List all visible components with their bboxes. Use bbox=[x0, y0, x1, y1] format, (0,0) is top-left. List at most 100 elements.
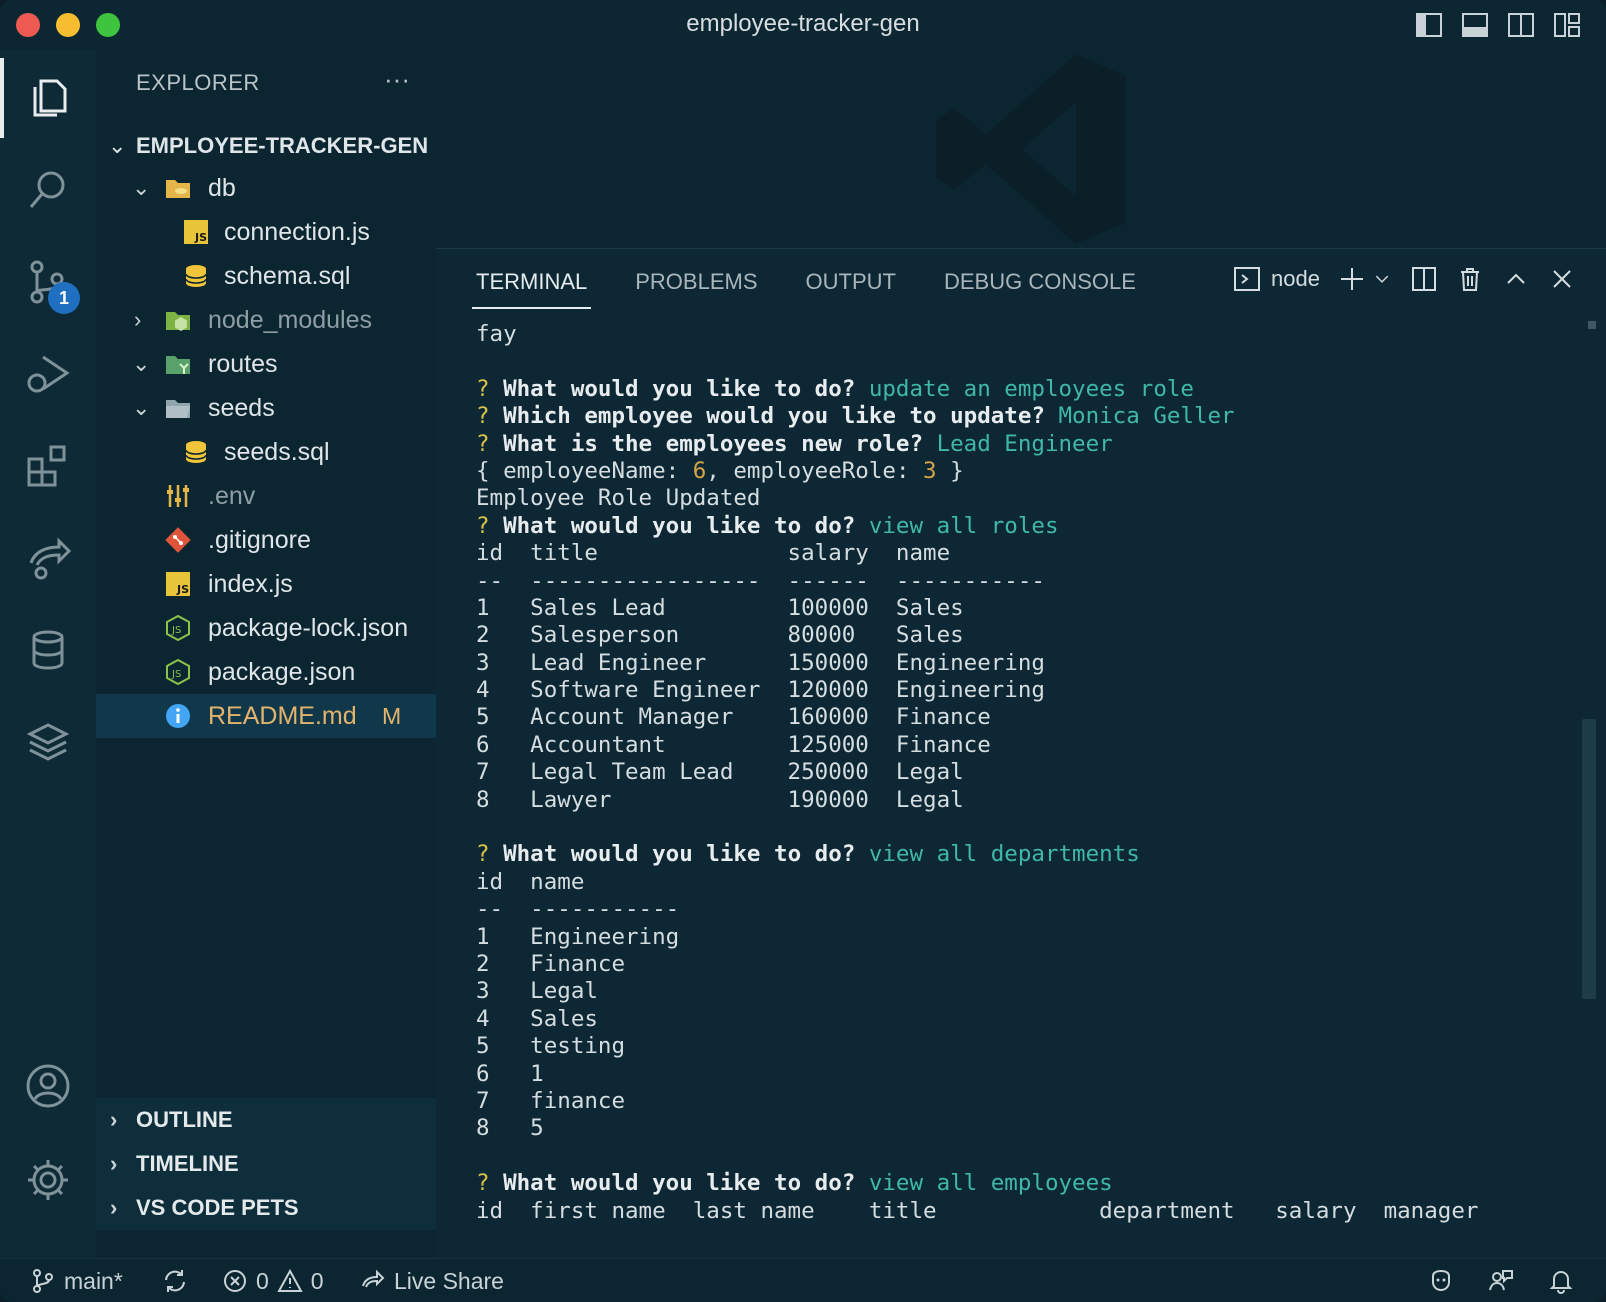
project-root-folder[interactable]: ⌄ EMPLOYEE-TRACKER-GEN bbox=[96, 126, 436, 166]
section-label: OUTLINE bbox=[136, 1107, 233, 1132]
terminal-prompt-line: ? What would you like to do? view all de… bbox=[476, 841, 1140, 868]
terminal-selector[interactable]: node bbox=[1233, 265, 1320, 293]
tree-file-seeds-sql[interactable]: seeds.sql bbox=[96, 430, 436, 474]
chevron-right-icon: › bbox=[134, 307, 142, 332]
database-activity-button[interactable] bbox=[0, 610, 96, 690]
tree-file-gitignore[interactable]: .gitignore bbox=[96, 518, 436, 562]
problems-status[interactable]: 0 0 bbox=[222, 1259, 324, 1302]
routes-folder-icon bbox=[166, 356, 190, 374]
project-name: EMPLOYEE-TRACKER-GEN bbox=[136, 133, 429, 158]
live-share-activity-button[interactable] bbox=[0, 518, 96, 598]
explorer-more-actions-button[interactable]: ··· bbox=[384, 64, 410, 95]
tree-label: README.md bbox=[208, 702, 357, 730]
trash-icon[interactable] bbox=[1456, 265, 1484, 293]
git-branch-icon bbox=[33, 1269, 53, 1293]
customize-layout-icon[interactable] bbox=[1552, 10, 1582, 40]
copilot-icon bbox=[1432, 1269, 1450, 1292]
search-icon bbox=[29, 171, 65, 208]
toggle-panel-icon[interactable] bbox=[1460, 10, 1490, 40]
branch-status[interactable]: main* bbox=[30, 1259, 123, 1302]
timeline-section[interactable]: › TIMELINE bbox=[96, 1142, 436, 1186]
live-share-status[interactable]: Live Share bbox=[360, 1259, 504, 1302]
tree-folder-node-modules[interactable]: › node_modules bbox=[96, 298, 436, 342]
tree-file-package-json[interactable]: JS package.json bbox=[96, 650, 436, 694]
tab-output[interactable]: OUTPUT bbox=[806, 269, 896, 309]
terminal-output[interactable]: fay ? What would you like to do? update … bbox=[476, 321, 1556, 1225]
tab-debug-console[interactable]: DEBUG CONSOLE bbox=[944, 269, 1136, 309]
toggle-primary-sidebar-icon[interactable] bbox=[1414, 10, 1444, 40]
table-row: 7 finance bbox=[476, 1087, 626, 1114]
panel-actions: node bbox=[1233, 265, 1576, 293]
layers-activity-button[interactable] bbox=[0, 702, 96, 782]
folder-open-icon bbox=[166, 400, 190, 418]
tab-problems[interactable]: PROBLEMS bbox=[635, 269, 757, 309]
chevron-right-icon: › bbox=[110, 1107, 118, 1132]
feedback-status[interactable] bbox=[1488, 1259, 1514, 1302]
live-share-label: Live Share bbox=[394, 1268, 504, 1294]
section-label: TIMELINE bbox=[136, 1151, 239, 1176]
tree-folder-seeds[interactable]: ⌄ seeds bbox=[96, 386, 436, 430]
table-row: 3 Lead Engineer 150000 Engineering bbox=[476, 649, 1045, 676]
bell-icon bbox=[1549, 1271, 1573, 1294]
terminal-icon bbox=[1234, 267, 1261, 291]
split-terminal-icon[interactable] bbox=[1410, 265, 1438, 293]
terminal-prompt-line: ? What would you like to do? view all em… bbox=[476, 1170, 1113, 1197]
warning-icon bbox=[277, 1268, 303, 1292]
svg-text:JS: JS bbox=[171, 625, 181, 636]
folder-open-icon bbox=[166, 180, 190, 198]
database-icon bbox=[32, 630, 64, 670]
svg-text:JS: JS bbox=[176, 583, 189, 596]
warning-count: 0 bbox=[310, 1268, 324, 1294]
close-icon[interactable] bbox=[1548, 265, 1576, 293]
tree-file-connection-js[interactable]: JS connection.js bbox=[96, 210, 436, 254]
table-row: 2 Finance bbox=[476, 950, 626, 977]
explorer-activity-button[interactable] bbox=[0, 58, 96, 138]
tree-folder-routes[interactable]: ⌄ routes bbox=[96, 342, 436, 386]
tree-file-readme-md[interactable]: README.md M bbox=[96, 694, 436, 738]
outline-section[interactable]: › OUTLINE bbox=[96, 1098, 436, 1142]
tree-file-index-js[interactable]: JS index.js bbox=[96, 562, 436, 606]
javascript-file-icon: JS bbox=[184, 220, 208, 244]
search-activity-button[interactable] bbox=[0, 150, 96, 230]
add-terminal-icon[interactable] bbox=[1338, 265, 1366, 293]
manage-activity-button[interactable] bbox=[0, 1140, 96, 1220]
tree-file-env[interactable]: .env bbox=[96, 474, 436, 518]
chevron-down-icon: ⌄ bbox=[132, 395, 151, 420]
notifications-button[interactable] bbox=[1548, 1259, 1574, 1302]
settings-sliders-icon bbox=[167, 485, 189, 507]
nodejs-icon: JS bbox=[166, 614, 190, 642]
terminal-line: fay bbox=[476, 321, 517, 347]
roles-table-header: id title salary name bbox=[476, 540, 951, 567]
tree-folder-db[interactable]: ⌄ db bbox=[96, 166, 436, 210]
vscode-pets-section[interactable]: › VS CODE PETS bbox=[96, 1186, 436, 1230]
table-row: 6 1 bbox=[476, 1060, 544, 1087]
tree-label: schema.sql bbox=[224, 262, 351, 290]
scroll-indicator bbox=[1588, 321, 1596, 329]
source-control-activity-button[interactable]: 1 bbox=[0, 242, 96, 322]
run-debug-activity-button[interactable] bbox=[0, 334, 96, 414]
terminal-scrollbar[interactable] bbox=[1582, 719, 1596, 999]
sync-button[interactable] bbox=[162, 1259, 188, 1302]
table-row: 5 testing bbox=[476, 1033, 626, 1060]
extensions-activity-button[interactable] bbox=[0, 426, 96, 506]
chevron-down-icon: ⌄ bbox=[132, 351, 151, 376]
tree-label: package.json bbox=[208, 658, 356, 686]
departments-table-separator: -- ----------- bbox=[476, 896, 680, 923]
chevron-up-icon[interactable] bbox=[1502, 265, 1530, 293]
terminal-name: node bbox=[1271, 266, 1320, 291]
vscode-window: employee-tracker-gen 1 EXPLORER ··· ⌄ EM… bbox=[0, 0, 1606, 1302]
files-icon bbox=[33, 79, 67, 117]
gear-icon bbox=[28, 1160, 68, 1200]
tree-file-schema-sql[interactable]: schema.sql bbox=[96, 254, 436, 298]
tree-label: node_modules bbox=[208, 306, 373, 334]
panel-tabs: TERMINAL PROBLEMS OUTPUT DEBUG CONSOLE bbox=[471, 269, 1136, 309]
terminal-prompt-line: ? What is the employees new role? Lead E… bbox=[476, 430, 1113, 457]
chevron-down-icon[interactable] bbox=[1372, 269, 1392, 289]
accounts-activity-button[interactable] bbox=[0, 1046, 96, 1126]
toggle-secondary-sidebar-icon[interactable] bbox=[1506, 10, 1536, 40]
tree-file-package-lock-json[interactable]: JS package-lock.json bbox=[96, 606, 436, 650]
copilot-status[interactable] bbox=[1428, 1259, 1454, 1302]
tab-terminal[interactable]: TERMINAL bbox=[471, 269, 592, 309]
roles-table-separator: -- ----------------- ------ ----------- bbox=[476, 567, 1045, 594]
